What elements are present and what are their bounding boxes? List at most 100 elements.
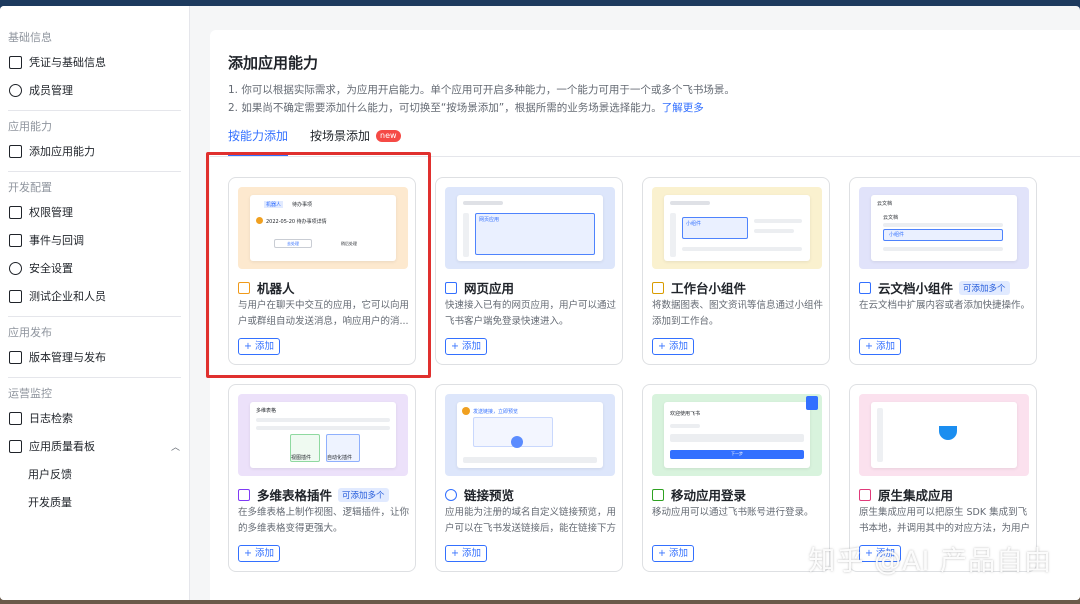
card-thumbnail: 小组件: [652, 187, 822, 269]
sidebar-item-add-capability[interactable]: 添加应用能力: [0, 137, 189, 165]
sidebar-section-monitor: 运营监控: [8, 387, 52, 400]
thumbnail-window: 网页应用: [457, 195, 603, 261]
preview-dot: [511, 436, 523, 448]
app-window: 基础信息 凭证与基础信息 成员管理 应用能力 添加应用能力 开发配置 权限管理 …: [0, 6, 1080, 600]
log-search-icon: [9, 411, 22, 425]
widget-icon: [652, 281, 664, 294]
sidebar-item-events[interactable]: 事件与回调: [0, 226, 189, 254]
event-icon: [9, 233, 22, 247]
sidebar-item-label: 添加应用能力: [29, 145, 95, 158]
thumbnail-window: 欢迎使用飞书 下一步: [664, 402, 810, 468]
card-title-text: 移动应用登录: [671, 488, 747, 503]
add-button[interactable]: + 添加: [445, 545, 487, 562]
sidebar-section-release: 应用发布: [8, 326, 52, 339]
thumbnail-window: 多维表格 视图插件 自动化插件: [250, 402, 396, 468]
thumbnail-sidebar: [463, 213, 469, 257]
user-icon: [9, 83, 22, 97]
link-icon: [445, 488, 457, 501]
sidebar-item-logs[interactable]: 日志检索: [0, 404, 189, 432]
avatar: [462, 407, 470, 415]
card-title: 链接预览: [445, 485, 514, 504]
integration-icon: [859, 488, 871, 501]
card-title-text: 云文档小组件: [878, 281, 954, 296]
add-button[interactable]: + 添加: [652, 545, 694, 562]
thumbnail-text: 云文档: [877, 201, 893, 207]
add-button[interactable]: + 添加: [652, 338, 694, 355]
thumbnail-sidebar: [877, 408, 883, 462]
tab-label: 按场景添加: [310, 129, 371, 143]
learn-more-link[interactable]: 了解更多: [662, 102, 704, 114]
add-button[interactable]: + 添加: [445, 338, 487, 355]
thumbnail-line: [754, 229, 794, 233]
card-title: 移动应用登录: [652, 485, 746, 504]
chevron-up-icon[interactable]: ︿: [171, 440, 180, 453]
add-button[interactable]: + 添加: [238, 545, 280, 562]
card-thumbnail: [859, 394, 1029, 476]
card-title: 工作台小组件: [652, 278, 746, 297]
phone-icon: [806, 396, 818, 410]
chart-icon: [9, 439, 22, 453]
sidebar-section-capability: 应用能力: [8, 120, 52, 133]
card-title-text: 多维表格插件: [257, 488, 333, 503]
sidebar-item-label: 凭证与基础信息: [29, 56, 106, 69]
thumbnail-window: 小组件: [664, 195, 810, 261]
capability-card-base-plugin[interactable]: 多维表格 视图插件 自动化插件 多维表格插件 可添加多个 在多维表格上制作视图、逻…: [228, 384, 416, 572]
card-title: 网页应用: [445, 278, 514, 297]
sidebar-item-test-enterprise[interactable]: 测试企业和人员: [0, 282, 189, 310]
card-title: 云文档小组件 可添加多个: [859, 278, 1010, 297]
card-description: 移动应用可以通过飞书账号进行登录。: [652, 507, 814, 518]
sidebar-item-permissions[interactable]: 权限管理: [0, 198, 189, 226]
sidebar-item-label: 测试企业和人员: [29, 290, 106, 303]
thumbnail-line: [670, 424, 700, 428]
thumbnail-text: 多维表格: [256, 408, 277, 414]
thumbnail-text: 小组件: [889, 232, 905, 238]
document-icon: [859, 281, 871, 294]
thumbnail-text: 视图插件: [291, 455, 312, 461]
thumbnail-line: [682, 247, 802, 251]
highlight-annotation-box: [206, 152, 431, 378]
thumbnail-bar: [463, 201, 503, 205]
sidebar-item-dev-quality[interactable]: 开发质量: [0, 488, 189, 516]
sidebar-item-label: 用户反馈: [28, 468, 72, 481]
description-text: 2. 如果尚不确定需要添加什么能力，可切换至“按场景添加”，根据所需的业务场景选…: [228, 102, 662, 114]
thumbnail-text: 欢迎使用飞书: [670, 411, 701, 417]
card-description: 快速接入已有的网页应用，用户可以通过飞书客户端免登录快速进入。: [445, 300, 617, 327]
card-thumbnail: 云文档 云文档 小组件: [859, 187, 1029, 269]
card-title-text: 原生集成应用: [878, 488, 954, 503]
sidebar-item-versions[interactable]: 版本管理与发布: [0, 343, 189, 371]
tab-label: 按能力添加: [228, 129, 289, 143]
add-button[interactable]: + 添加: [859, 338, 901, 355]
card-description: 应用能为注册的域名自定义链接预览，用户可以在飞书发送链接后，能在链接下方展示..…: [445, 507, 617, 534]
card-title-text: 网页应用: [464, 281, 515, 296]
web-icon: [445, 281, 457, 294]
thumbnail-window: [871, 402, 1017, 468]
feishu-logo-icon: [939, 426, 957, 440]
thumbnail-line: [256, 418, 390, 422]
capability-card-mobile-login[interactable]: 欢迎使用飞书 下一步 移动应用登录 移动应用可以通过飞书账号进行登录。 + 添加: [642, 384, 830, 572]
sidebar-item-label: 事件与回调: [29, 234, 84, 247]
capability-card-web-app[interactable]: 网页应用 网页应用 快速接入已有的网页应用，用户可以通过飞书客户端免登录快速进入…: [435, 177, 623, 365]
divider: [8, 377, 181, 378]
capability-card-doc-widget[interactable]: 云文档 云文档 小组件 云文档小组件 可添加多个 在云文档中扩展内容或者添加快捷操…: [849, 177, 1037, 365]
thumbnail-line: [256, 426, 390, 430]
sidebar-item-label: 日志检索: [29, 412, 73, 425]
thumbnail-line: [883, 247, 1003, 251]
sidebar-item-security[interactable]: 安全设置: [0, 254, 189, 282]
sidebar-item-credentials[interactable]: 凭证与基础信息: [0, 48, 189, 76]
sidebar-item-quality-dashboard[interactable]: 应用质量看板 ︿: [0, 432, 189, 460]
capability-card-workplace-widget[interactable]: 小组件 工作台小组件 将数据图表、图文资讯等信息通过小组件添加到工作台。 + 添…: [642, 177, 830, 365]
card-description: 在多维表格上制作视图、逻辑插件，让你的多维表格变得更强大。: [238, 507, 410, 534]
multi-add-tag: 可添加多个: [959, 280, 1010, 295]
thumbnail-text: 发送链接，立即预览: [473, 409, 519, 415]
thumbnail-input: [670, 434, 804, 442]
new-badge: new: [376, 130, 401, 142]
card-title-text: 链接预览: [464, 488, 515, 503]
thumbnail-text: 自动化插件: [327, 455, 353, 461]
credential-icon: [9, 55, 22, 69]
card-title-text: 工作台小组件: [671, 281, 747, 296]
sidebar-item-members[interactable]: 成员管理: [0, 76, 189, 104]
thumbnail-line: [883, 223, 1003, 227]
capability-card-link-preview[interactable]: 发送链接，立即预览 链接预览 应用能为注册的域名自定义链接预览，用户可以在飞书发…: [435, 384, 623, 572]
sidebar-item-feedback[interactable]: 用户反馈: [0, 460, 189, 488]
card-title: 原生集成应用: [859, 485, 953, 504]
